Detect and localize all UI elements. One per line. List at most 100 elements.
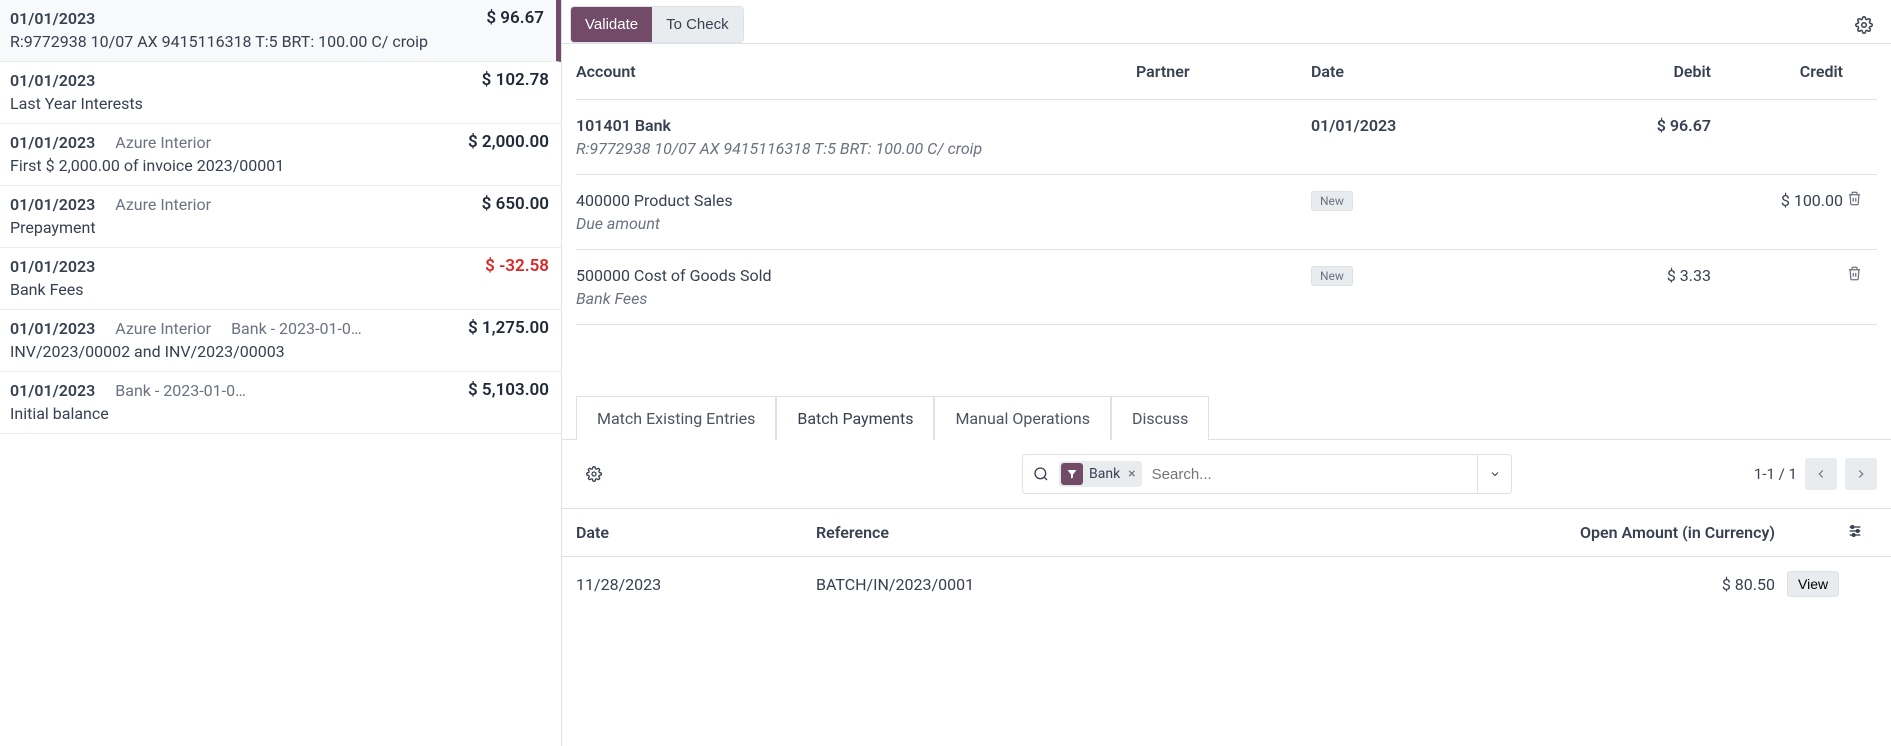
line-credit (1711, 266, 1847, 308)
result-reference: BATCH/IN/2023/0001 (816, 575, 1487, 594)
pager-prev-button[interactable] (1805, 458, 1837, 490)
result-row[interactable]: 11/28/2023BATCH/IN/2023/0001$ 80.50View (562, 557, 1891, 611)
line-date: New (1311, 266, 1531, 308)
tx-description: Prepayment (10, 218, 549, 237)
tx-amount: $ 1,275.00 (468, 318, 549, 338)
tx-bank: Bank - 2023-01-0… (115, 381, 245, 400)
tab-batch-payments[interactable]: Batch Payments (776, 396, 934, 440)
col-header-partner: Partner (1136, 62, 1311, 81)
filter-chip-label: Bank (1089, 466, 1120, 482)
result-amount: $ 80.50 (1487, 575, 1787, 594)
tab-match-existing-entries[interactable]: Match Existing Entries (576, 396, 776, 440)
lines-header: Account Partner Date Debit Credit (576, 44, 1877, 100)
line-debit: $ 3.33 (1531, 266, 1711, 308)
account-sub: Due amount (576, 214, 1136, 233)
tx-date: 01/01/2023 (10, 71, 95, 90)
gear-icon[interactable] (576, 462, 612, 486)
search-icon (1023, 466, 1059, 482)
tx-amount: $ 2,000.00 (468, 132, 549, 152)
col-header-date: Date (576, 523, 816, 542)
tx-description: Bank Fees (10, 280, 549, 299)
status-badge: New (1311, 191, 1353, 211)
tab-manual-operations[interactable]: Manual Operations (934, 396, 1111, 440)
col-header-account: Account (576, 62, 1136, 81)
tx-amount: $ 102.78 (482, 70, 549, 90)
transaction-item[interactable]: 01/01/2023 Azure Interior Bank - 2023-01-0… (0, 310, 561, 372)
tx-description: Last Year Interests (10, 94, 549, 113)
trash-icon[interactable] (1847, 191, 1877, 206)
journal-line[interactable]: 500000 Cost of Goods Sold Bank Fees New $ 3… (576, 250, 1877, 325)
account-name: 500000 Cost of Goods Sold (576, 266, 1136, 285)
search-input[interactable] (1148, 462, 1477, 487)
funnel-icon (1061, 463, 1083, 485)
tabs: Match Existing EntriesBatch PaymentsManu… (576, 395, 1877, 439)
tx-bank: Bank - 2023-01-0… (231, 319, 361, 338)
account-sub: Bank Fees (576, 289, 1136, 308)
tx-amount: $ 96.67 (486, 8, 544, 28)
status-badge: New (1311, 266, 1353, 286)
journal-line[interactable]: 400000 Product Sales Due amount New $ 100.0… (576, 175, 1877, 250)
topbar: Validate To Check (562, 0, 1891, 44)
tx-description: R:9772938 10/07 AX 9415116318 T:5 BRT: 1… (10, 32, 544, 51)
tx-date: 01/01/2023 (10, 381, 95, 400)
tx-date: 01/01/2023 (10, 133, 95, 152)
status-buttons: Validate To Check (570, 6, 744, 43)
tx-partner: Azure Interior (115, 195, 211, 214)
journal-line[interactable]: 101401 Bank R:9772938 10/07 AX 9415116318… (576, 100, 1877, 175)
col-header-open-amount: Open Amount (in Currency) (1487, 523, 1787, 542)
line-debit (1531, 191, 1711, 233)
col-header-date: Date (1311, 62, 1531, 81)
transaction-item[interactable]: 01/01/2023 $ 96.67 R:9772938 10/07 AX 9415… (0, 0, 561, 62)
transaction-item[interactable]: 01/01/2023 Azure Interior $ 650.00 Prepayme… (0, 186, 561, 248)
transaction-list: 01/01/2023 $ 96.67 R:9772938 10/07 AX 9415… (0, 0, 562, 746)
tx-date: 01/01/2023 (10, 9, 95, 28)
line-partner (1136, 266, 1311, 308)
tx-date: 01/01/2023 (10, 319, 95, 338)
view-button[interactable]: View (1787, 571, 1839, 597)
line-credit: $ 100.00 (1711, 191, 1847, 233)
account-name: 101401 Bank (576, 116, 1136, 135)
pager: 1-1 / 1 (1754, 458, 1877, 490)
tx-description: Initial balance (10, 404, 549, 423)
account-sub: R:9772938 10/07 AX 9415116318 T:5 BRT: 1… (576, 139, 1136, 158)
tx-partner: Azure Interior (115, 319, 211, 338)
search-box[interactable]: Bank × (1022, 454, 1512, 494)
tx-description: INV/2023/00002 and INV/2023/00003 (10, 342, 549, 361)
line-date: 01/01/2023 (1311, 116, 1531, 158)
tx-amount: $ -32.58 (485, 256, 549, 276)
trash-icon[interactable] (1847, 266, 1877, 281)
result-date: 11/28/2023 (576, 575, 816, 594)
line-credit (1711, 116, 1847, 158)
transaction-item[interactable]: 01/01/2023 Azure Interior $ 2,000.00 First … (0, 124, 561, 186)
tx-date: 01/01/2023 (10, 257, 95, 276)
gear-icon[interactable] (1845, 10, 1883, 40)
transaction-item[interactable]: 01/01/2023 Bank - 2023-01-0… $ 5,103.00 Ini… (0, 372, 561, 434)
main-panel: Validate To Check Account Partner Date D… (562, 0, 1891, 746)
results-header: Date Reference Open Amount (in Currency) (562, 509, 1891, 557)
search-dropdown-button[interactable] (1477, 455, 1511, 493)
close-icon[interactable]: × (1128, 466, 1135, 482)
tx-partner: Azure Interior (115, 133, 211, 152)
line-partner (1136, 191, 1311, 233)
transaction-item[interactable]: 01/01/2023 $ 102.78 Last Year Interests (0, 62, 561, 124)
pager-next-button[interactable] (1845, 458, 1877, 490)
account-name: 400000 Product Sales (576, 191, 1136, 210)
tx-description: First $ 2,000.00 of invoice 2023/00001 (10, 156, 549, 175)
line-partner (1136, 116, 1311, 158)
tx-amount: $ 5,103.00 (468, 380, 549, 400)
journal-lines: Account Partner Date Debit Credit 101401… (562, 44, 1891, 325)
line-debit: $ 96.67 (1531, 116, 1711, 158)
tx-amount: $ 650.00 (482, 194, 549, 214)
col-header-debit: Debit (1531, 62, 1711, 81)
to-check-button[interactable]: To Check (652, 7, 743, 42)
col-header-reference: Reference (816, 523, 1487, 542)
settings-icon[interactable] (1847, 523, 1877, 542)
tab-discuss[interactable]: Discuss (1111, 396, 1209, 440)
transaction-item[interactable]: 01/01/2023 $ -32.58 Bank Fees (0, 248, 561, 310)
pager-text: 1-1 / 1 (1754, 465, 1797, 483)
filter-chip[interactable]: Bank × (1059, 461, 1142, 487)
tx-date: 01/01/2023 (10, 195, 95, 214)
col-header-credit: Credit (1711, 62, 1847, 81)
line-date: New (1311, 191, 1531, 233)
validate-button[interactable]: Validate (571, 7, 652, 42)
